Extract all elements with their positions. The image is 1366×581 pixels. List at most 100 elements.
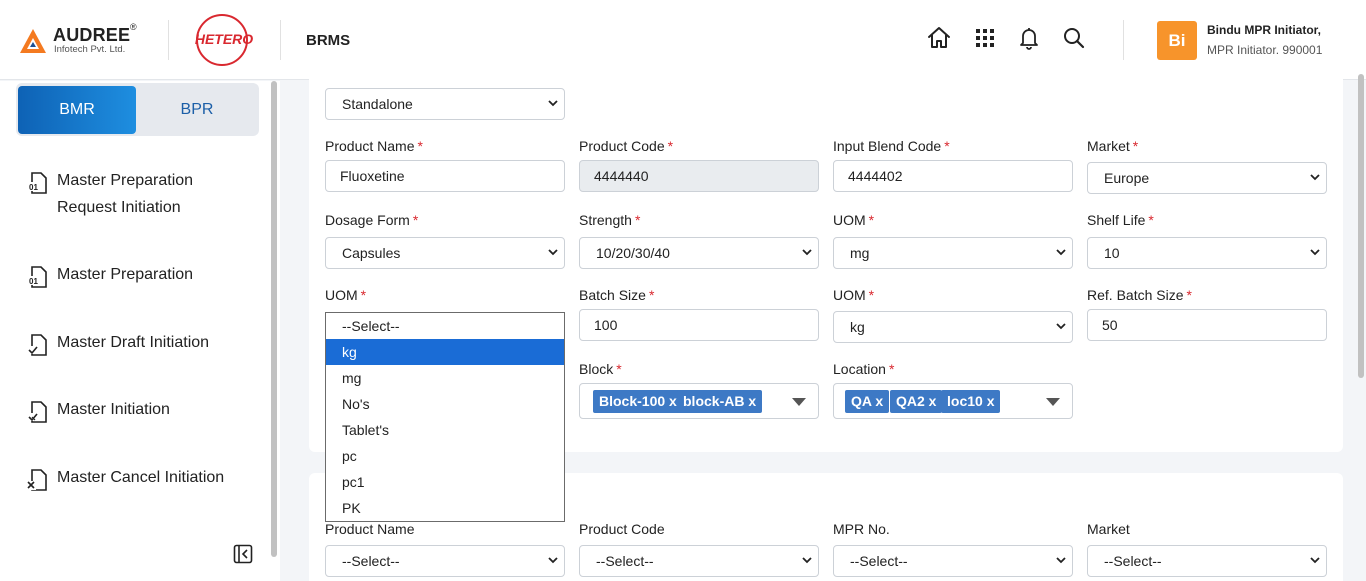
type-select[interactable]: Standalone bbox=[325, 88, 565, 120]
dosage-form-label: Dosage Form * bbox=[325, 212, 418, 228]
chevron-down-icon bbox=[1056, 557, 1066, 564]
batch-size-input[interactable]: 100 bbox=[579, 309, 819, 341]
product-name-input[interactable]: Fluoxetine bbox=[325, 160, 565, 192]
label-text: UOM bbox=[833, 212, 866, 228]
sidebar-item-master-draft-initiation[interactable]: Master Draft Initiation bbox=[26, 329, 266, 357]
filter-market-select[interactable]: --Select-- bbox=[1087, 545, 1327, 577]
label-text: Product Name bbox=[325, 138, 415, 154]
uom-label: UOM * bbox=[833, 287, 874, 303]
sidebar-scrollbar[interactable] bbox=[271, 81, 277, 557]
apps-grid-icon[interactable] bbox=[972, 25, 998, 51]
filter-mpr-no-label: MPR No. bbox=[833, 521, 890, 537]
required-mark: * bbox=[648, 287, 655, 303]
select-value: --Select-- bbox=[850, 553, 908, 569]
header-divider bbox=[168, 20, 169, 60]
sidebar-item-master-initiation[interactable]: Master Initiation bbox=[26, 396, 266, 424]
sidebar-item-label: Master Preparation bbox=[57, 266, 194, 283]
user-name: Bindu MPR Initiator, bbox=[1207, 23, 1321, 37]
dropdown-option[interactable]: No's bbox=[326, 391, 564, 417]
location-tag[interactable]: loc10 x bbox=[941, 390, 1001, 413]
dropdown-option-highlighted[interactable]: kg bbox=[326, 339, 564, 365]
sidebar-item-master-preparation-request-initiation[interactable]: 01 Master Preparation Request Initiation bbox=[26, 167, 266, 223]
location-multiselect[interactable]: QA x QA2 x loc10 x bbox=[833, 383, 1073, 419]
avatar[interactable]: Bi bbox=[1157, 21, 1197, 60]
filter-product-name-label: Product Name bbox=[325, 521, 415, 537]
input-blend-code-input[interactable]: 4444402 bbox=[833, 160, 1073, 192]
svg-text:01: 01 bbox=[29, 277, 38, 286]
search-icon[interactable] bbox=[1061, 25, 1087, 51]
shelf-life-label: Shelf Life * bbox=[1087, 212, 1154, 228]
caret-down-icon bbox=[1046, 398, 1060, 406]
sidebar-item-master-cancel-initiation[interactable]: Master Cancel Initiation bbox=[26, 464, 266, 492]
location-label: Location * bbox=[833, 361, 894, 377]
collapse-sidebar-icon[interactable] bbox=[233, 544, 253, 564]
audree-logo-mark-icon bbox=[20, 29, 46, 53]
audree-logo-name: AUDREE bbox=[53, 25, 131, 45]
required-mark: * bbox=[616, 361, 622, 377]
filter-mpr-no-select[interactable]: --Select-- bbox=[833, 545, 1073, 577]
audree-logo-reg: ® bbox=[130, 22, 137, 32]
strength-label: Strength * bbox=[579, 212, 640, 228]
uom-dropdown-list[interactable]: --Select-- kg mg No's Tablet's pc pc1 PK bbox=[325, 312, 565, 522]
dosage-form-value: Capsules bbox=[342, 245, 401, 261]
product-code-input: 4444440 bbox=[579, 160, 819, 192]
caret-down-icon bbox=[792, 398, 806, 406]
filter-product-code-label: Product Code bbox=[579, 521, 665, 537]
chevron-down-icon bbox=[1310, 557, 1320, 564]
required-mark: * bbox=[360, 287, 367, 303]
bmr-bpr-toggle: BMR BPR bbox=[16, 83, 259, 136]
dropdown-option[interactable]: PK bbox=[326, 495, 564, 521]
block-tag[interactable]: block-AB x bbox=[677, 390, 763, 413]
dropdown-option[interactable]: pc bbox=[326, 443, 564, 469]
document-check-icon bbox=[28, 401, 47, 423]
shelf-life-select[interactable]: 10 bbox=[1087, 237, 1327, 269]
location-tag[interactable]: QA2 x bbox=[890, 390, 943, 413]
chevron-down-icon bbox=[1056, 323, 1066, 330]
chevron-down-icon bbox=[802, 249, 812, 256]
tab-bpr[interactable]: BPR bbox=[138, 86, 256, 134]
strength-select[interactable]: 10/20/30/40 bbox=[579, 237, 819, 269]
tab-bmr[interactable]: BMR bbox=[18, 86, 136, 134]
uom-value: mg bbox=[850, 245, 870, 261]
chevron-down-icon bbox=[548, 557, 558, 564]
label-text: Input Blend Code bbox=[833, 138, 942, 154]
strength-value: 10/20/30/40 bbox=[596, 245, 670, 261]
sidebar-item-label: Master Initiation bbox=[57, 401, 170, 418]
required-mark: * bbox=[634, 212, 641, 228]
sidebar-item-label: Master Cancel Initiation bbox=[57, 469, 225, 486]
label-text: Strength bbox=[579, 212, 632, 228]
audree-logo: AUDREE ® Infotech Pvt. Ltd. bbox=[20, 22, 150, 58]
page-scrollbar[interactable] bbox=[1358, 74, 1364, 378]
uom-label: UOM * bbox=[833, 212, 874, 228]
select-value: --Select-- bbox=[596, 553, 654, 569]
market-select[interactable]: Europe bbox=[1087, 162, 1327, 194]
ref-batch-size-input[interactable]: 50 bbox=[1087, 309, 1327, 341]
dosage-form-select[interactable]: Capsules bbox=[325, 237, 565, 269]
location-tag[interactable]: QA x bbox=[845, 390, 890, 413]
dropdown-option[interactable]: mg bbox=[326, 365, 564, 391]
label-text: UOM bbox=[833, 287, 866, 303]
select-value: --Select-- bbox=[1104, 553, 1162, 569]
dropdown-option[interactable]: Tablet's bbox=[326, 417, 564, 443]
bell-icon[interactable] bbox=[1016, 25, 1042, 51]
dropdown-option[interactable]: pc1 bbox=[326, 469, 564, 495]
sidebar-item-master-preparation[interactable]: 01 Master Preparation bbox=[26, 261, 266, 289]
required-mark: * bbox=[1186, 287, 1192, 303]
batch-size-label: Batch Size * bbox=[579, 287, 654, 303]
filter-product-code-select[interactable]: --Select-- bbox=[579, 545, 819, 577]
required-mark: * bbox=[417, 138, 423, 154]
home-icon[interactable] bbox=[926, 25, 952, 51]
document-cancel-icon bbox=[27, 469, 47, 491]
uom-select[interactable]: mg bbox=[833, 237, 1073, 269]
block-multiselect[interactable]: Block-100 x block-AB x bbox=[579, 383, 819, 419]
shelf-life-value: 10 bbox=[1104, 245, 1120, 261]
chevron-down-icon bbox=[802, 557, 812, 564]
required-mark: * bbox=[888, 361, 895, 377]
label-text: Batch Size bbox=[579, 287, 646, 303]
dropdown-option[interactable]: --Select-- bbox=[326, 313, 564, 339]
block-tag[interactable]: Block-100 x bbox=[593, 390, 683, 413]
audree-logo-sub: Infotech Pvt. Ltd. bbox=[54, 44, 126, 55]
uom-select[interactable]: kg bbox=[833, 311, 1073, 343]
app-name: BRMS bbox=[306, 32, 351, 49]
filter-product-name-select[interactable]: --Select-- bbox=[325, 545, 565, 577]
